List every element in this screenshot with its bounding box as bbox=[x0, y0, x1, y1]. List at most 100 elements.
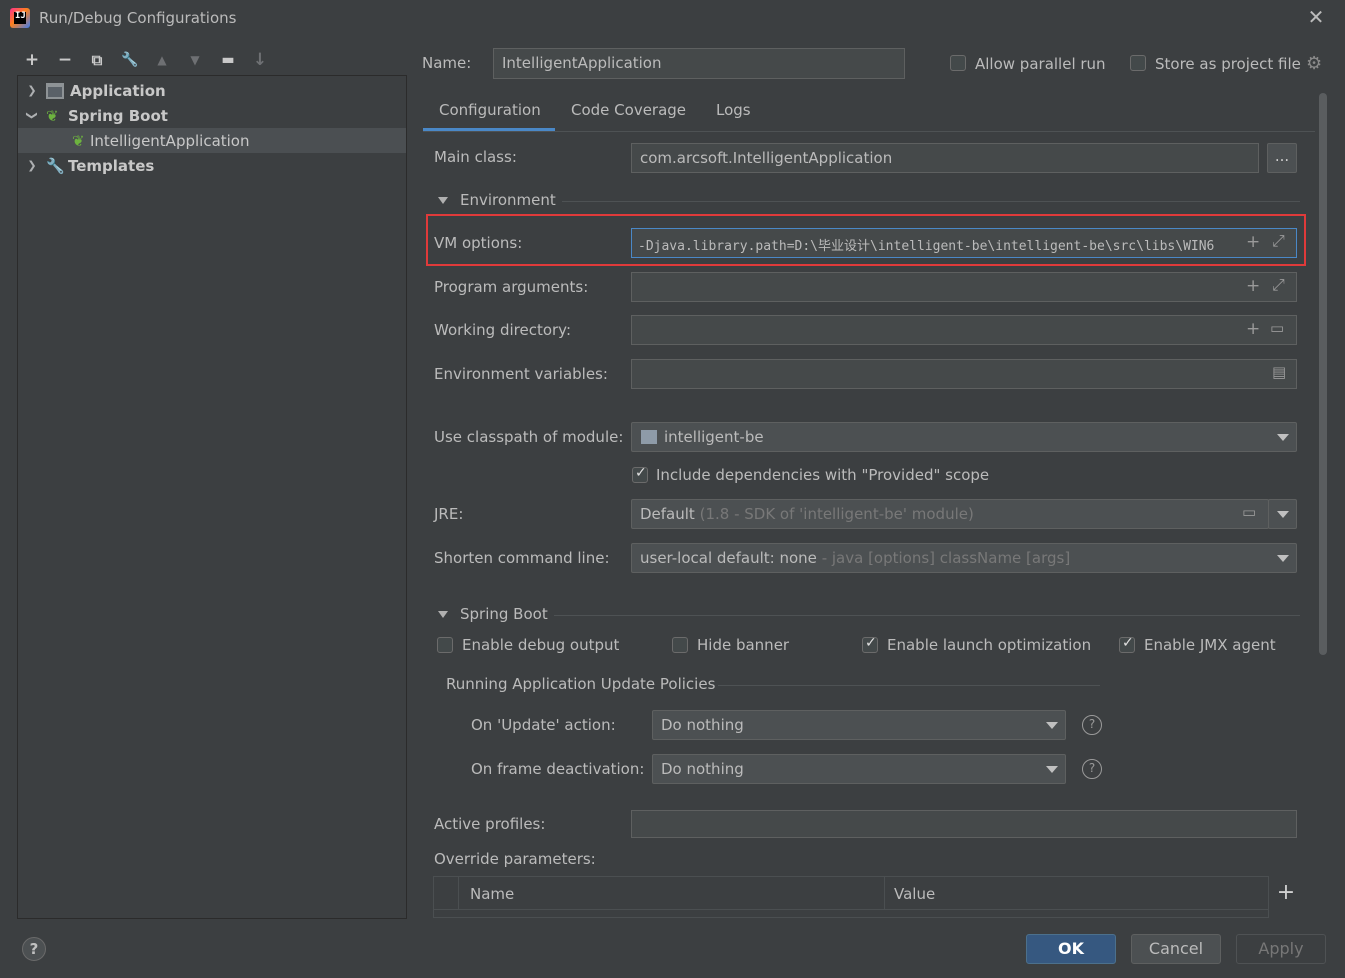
browse-main-class-button[interactable]: ... bbox=[1267, 143, 1297, 173]
environment-variables-input[interactable]: ▤ bbox=[631, 359, 1297, 389]
tree-item-spring-boot[interactable]: ❯ ❦ Spring Boot bbox=[18, 103, 406, 128]
tree-item-label: Application bbox=[70, 81, 166, 100]
section-divider bbox=[718, 685, 1100, 686]
include-provided-checkbox[interactable] bbox=[632, 465, 648, 483]
working-directory-input[interactable]: + ▭ bbox=[631, 315, 1297, 345]
intellij-logo-icon: IJ bbox=[10, 8, 30, 28]
jre-value: Default bbox=[640, 505, 695, 523]
move-down-button[interactable]: ▼ bbox=[184, 49, 206, 71]
tab-code-coverage[interactable]: Code Coverage bbox=[571, 101, 686, 119]
folder-icon[interactable]: ▭ bbox=[1270, 319, 1284, 337]
enable-jmx-agent-checkbox[interactable] bbox=[1119, 635, 1135, 653]
section-divider bbox=[562, 201, 1300, 202]
spring-boot-section-title: Spring Boot bbox=[460, 605, 548, 623]
override-parameters-table: Name Value bbox=[433, 876, 1269, 918]
chevron-down-icon bbox=[1277, 434, 1289, 441]
enable-debug-output-label: Enable debug output bbox=[462, 636, 620, 654]
tab-divider bbox=[423, 131, 1315, 132]
gear-icon[interactable]: ⚙ bbox=[1306, 53, 1322, 74]
apply-button[interactable]: Apply bbox=[1236, 934, 1326, 964]
add-configuration-button[interactable]: + bbox=[21, 49, 43, 71]
folder-icon[interactable]: ▭ bbox=[1242, 503, 1256, 521]
column-divider bbox=[884, 877, 885, 909]
jre-select[interactable]: Default (1.8 - SDK of 'intelligent-be' m… bbox=[631, 499, 1269, 529]
program-arguments-input[interactable]: + ⤢ bbox=[631, 272, 1297, 302]
configurations-tree: ❯ Application ❯ ❦ Spring Boot ❦ Intellig… bbox=[17, 75, 407, 919]
spring-boot-icon: ❦ bbox=[46, 106, 59, 125]
enable-jmx-agent-label: Enable JMX agent bbox=[1144, 636, 1276, 654]
new-folder-button[interactable]: ▬ bbox=[217, 49, 239, 71]
wrench-icon: 🔧 bbox=[46, 156, 65, 175]
enable-launch-optimization-checkbox[interactable] bbox=[862, 635, 878, 653]
on-frame-deactivation-select[interactable]: Do nothing bbox=[652, 754, 1066, 784]
jre-value-group: Default (1.8 - SDK of 'intelligent-be' m… bbox=[640, 505, 974, 523]
vm-options-input[interactable]: -Djava.library.path=D:\毕业设计\intelligent-… bbox=[631, 228, 1297, 258]
expand-icon[interactable]: ⤢ bbox=[1272, 231, 1285, 251]
remove-configuration-button[interactable]: − bbox=[54, 49, 76, 71]
edit-defaults-button[interactable]: 🔧 bbox=[119, 49, 141, 71]
chevron-down-icon bbox=[1277, 511, 1289, 518]
copy-configuration-button[interactable]: ⧉ bbox=[86, 49, 108, 71]
shorten-command-line-label: Shorten command line: bbox=[434, 549, 610, 567]
application-icon bbox=[46, 82, 64, 99]
chevron-down-icon bbox=[1277, 555, 1289, 562]
shorten-command-line-select[interactable]: user-local default: none - java [options… bbox=[631, 543, 1297, 573]
module-icon bbox=[641, 430, 657, 444]
jre-dropdown-button[interactable] bbox=[1268, 499, 1297, 529]
move-up-button[interactable]: ▲ bbox=[151, 49, 173, 71]
help-question-icon[interactable]: ? bbox=[1082, 759, 1102, 779]
jre-label: JRE: bbox=[434, 505, 464, 523]
close-icon[interactable]: ✕ bbox=[1305, 6, 1327, 28]
expand-icon[interactable]: ⤢ bbox=[1272, 275, 1285, 295]
working-directory-label: Working directory: bbox=[434, 321, 572, 339]
on-update-select[interactable]: Do nothing bbox=[652, 710, 1066, 740]
add-parameter-button[interactable]: + bbox=[1274, 879, 1298, 907]
sort-button[interactable]: ↓ bbox=[249, 49, 271, 71]
classpath-module-label: Use classpath of module: bbox=[434, 428, 624, 446]
tree-item-application[interactable]: ❯ Application bbox=[18, 78, 406, 103]
on-frame-value: Do nothing bbox=[661, 760, 744, 778]
tree-item-label: Templates bbox=[68, 156, 155, 175]
table-header-value[interactable]: Value bbox=[894, 885, 935, 903]
shorten-hint: - java [options] className [args] bbox=[821, 549, 1071, 567]
plus-icon[interactable]: + bbox=[1246, 276, 1260, 296]
name-input[interactable]: IntelligentApplication bbox=[493, 48, 905, 79]
tree-item-intelligent-application[interactable]: ❦ IntelligentApplication bbox=[18, 128, 406, 153]
collapse-triangle-icon[interactable] bbox=[438, 197, 448, 204]
tab-logs[interactable]: Logs bbox=[716, 101, 751, 119]
collapse-triangle-icon[interactable] bbox=[438, 611, 448, 618]
active-profiles-input[interactable] bbox=[631, 810, 1297, 838]
name-label: Name: bbox=[422, 54, 472, 72]
hide-banner-checkbox[interactable] bbox=[672, 637, 688, 653]
chevron-right-icon[interactable]: ❯ bbox=[26, 84, 38, 97]
allow-parallel-run-checkbox[interactable] bbox=[950, 55, 966, 71]
main-class-value: com.arcsoft.IntelligentApplication bbox=[640, 149, 893, 167]
title-bar: IJ Run/Debug Configurations ✕ bbox=[0, 0, 1345, 36]
tree-item-templates[interactable]: ❯ 🔧 Templates bbox=[18, 153, 406, 178]
spring-boot-config-icon: ❦ bbox=[72, 131, 85, 150]
classpath-module-select[interactable]: intelligent-be bbox=[631, 422, 1297, 452]
help-button[interactable]: ? bbox=[22, 937, 46, 961]
document-icon[interactable]: ▤ bbox=[1272, 363, 1286, 381]
on-update-label: On 'Update' action: bbox=[471, 716, 616, 734]
enable-debug-output-checkbox[interactable] bbox=[437, 637, 453, 653]
chevron-down-icon[interactable]: ❯ bbox=[26, 110, 39, 122]
tab-configuration[interactable]: Configuration bbox=[439, 101, 541, 119]
plus-icon[interactable]: + bbox=[1246, 319, 1260, 339]
environment-variables-label: Environment variables: bbox=[434, 365, 608, 383]
plus-icon[interactable]: + bbox=[1246, 232, 1260, 252]
vertical-scrollbar[interactable] bbox=[1319, 93, 1327, 655]
allow-parallel-run-label: Allow parallel run bbox=[975, 55, 1106, 73]
main-class-input[interactable]: com.arcsoft.IntelligentApplication bbox=[631, 143, 1259, 173]
ok-button[interactable]: OK bbox=[1026, 934, 1116, 964]
main-class-label: Main class: bbox=[434, 148, 517, 166]
chevron-right-icon[interactable]: ❯ bbox=[26, 159, 38, 172]
cancel-button[interactable]: Cancel bbox=[1131, 934, 1221, 964]
name-input-value: IntelligentApplication bbox=[502, 54, 662, 72]
table-header-name[interactable]: Name bbox=[470, 885, 514, 903]
help-question-icon[interactable]: ? bbox=[1082, 715, 1102, 735]
store-as-project-file-checkbox[interactable] bbox=[1130, 55, 1146, 71]
jre-hint: (1.8 - SDK of 'intelligent-be' module) bbox=[699, 505, 974, 523]
window-title: Run/Debug Configurations bbox=[39, 9, 237, 27]
environment-section-title: Environment bbox=[460, 191, 556, 209]
